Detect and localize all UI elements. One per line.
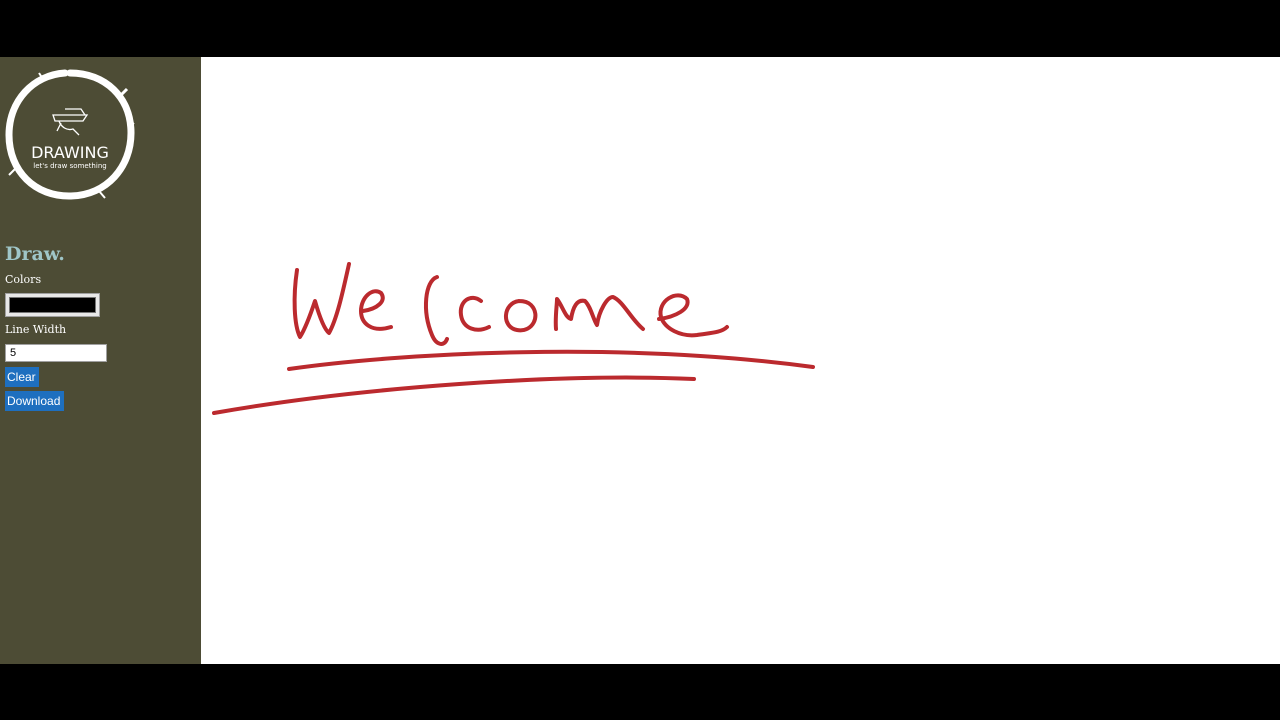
logo-tagline: let's draw something (33, 162, 106, 170)
brand-title: Draw. (5, 243, 65, 265)
stroke-letter-w (292, 262, 351, 339)
stroke-letter-e (359, 289, 393, 331)
download-button[interactable]: Download (5, 391, 64, 411)
letterbox-bottom (0, 664, 1280, 720)
stroke-underline-1 (287, 349, 815, 371)
colors-label: Colors (5, 273, 42, 286)
stroke-letter-c (458, 295, 491, 332)
logo-title: DRAWING (31, 143, 109, 162)
clear-button[interactable]: Clear (5, 367, 39, 387)
logo-ring (5, 69, 135, 200)
drawing-app: DRAWING let's draw something Draw. Color… (0, 57, 1280, 664)
line-width-input[interactable]: 5 (5, 344, 107, 362)
stroke-letter-l (424, 275, 449, 346)
color-swatch (9, 297, 96, 313)
letterbox-top (0, 0, 1280, 57)
drawing-canvas[interactable] (201, 57, 1280, 664)
stroke-letter-m (553, 295, 645, 331)
color-picker[interactable] (5, 293, 100, 317)
sidebar: DRAWING let's draw something Draw. Color… (0, 57, 201, 664)
logo: DRAWING let's draw something (3, 67, 137, 203)
stroke-letter-o (504, 299, 538, 333)
stroke-letter-e2 (657, 293, 729, 338)
hand-pencil-icon (52, 108, 89, 136)
stroke-underline-2 (212, 375, 696, 415)
line-width-label: Line Width (5, 323, 67, 336)
